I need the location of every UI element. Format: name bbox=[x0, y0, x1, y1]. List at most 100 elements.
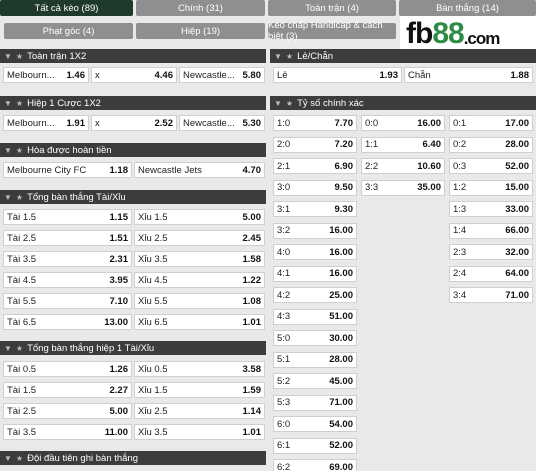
odds-cell[interactable]: Xỉu 1.5 1.59 bbox=[134, 382, 265, 398]
score-cell[interactable]: 5:0 30.00 bbox=[273, 330, 357, 346]
score-cell[interactable]: 6:0 54.00 bbox=[273, 416, 357, 432]
market-header-draw-no-bet[interactable]: ▼ ★ Hòa được hoàn tiền bbox=[0, 143, 266, 157]
score-cell[interactable]: 4:3 51.00 bbox=[273, 308, 357, 325]
odds-cell[interactable]: Lẻ 1.93 bbox=[273, 67, 402, 83]
odds-cell[interactable]: Tài 1.5 1.15 bbox=[3, 209, 132, 225]
odds-cell[interactable]: Newcastle... 5.80 bbox=[179, 67, 265, 83]
odds-cell[interactable]: Newcastle Jets 4.70 bbox=[134, 162, 265, 178]
selection-label: Melbourne City FC bbox=[7, 164, 87, 176]
market-header-first-half-1x2[interactable]: ▼ ★ Hiệp 1 Cược 1X2 bbox=[0, 96, 266, 110]
score-cell[interactable]: 3:0 9.50 bbox=[273, 179, 357, 196]
score-cell[interactable]: 4:0 16.00 bbox=[273, 244, 357, 260]
star-icon[interactable]: ★ bbox=[286, 52, 293, 61]
odds-cell[interactable]: x 4.46 bbox=[91, 67, 177, 83]
star-icon[interactable]: ★ bbox=[16, 193, 23, 202]
star-icon[interactable]: ★ bbox=[16, 99, 23, 108]
odds-cell[interactable]: Xỉu 4.5 1.22 bbox=[134, 272, 265, 288]
odds-cell[interactable]: Xỉu 1.5 5.00 bbox=[134, 209, 265, 225]
odds-cell[interactable]: Xỉu 6.5 1.01 bbox=[134, 314, 265, 330]
star-icon[interactable]: ★ bbox=[16, 454, 23, 463]
chevron-down-icon[interactable]: ▼ bbox=[4, 99, 12, 108]
odds-cell[interactable]: Melbourn... 1.91 bbox=[3, 115, 89, 131]
tab-main[interactable]: Chính (31) bbox=[136, 0, 265, 16]
score-cell[interactable]: 1:2 15.00 bbox=[449, 179, 533, 196]
score-cell[interactable]: 5:1 28.00 bbox=[273, 351, 357, 368]
market-header-total-goals[interactable]: ▼ ★ Tổng bàn thắng Tài/Xỉu bbox=[0, 190, 266, 204]
market-header-correct-score[interactable]: ▼ ★ Tỷ số chính xác bbox=[270, 96, 536, 110]
score-cell[interactable]: 3:3 35.00 bbox=[361, 179, 445, 196]
score-cell[interactable]: 1:4 66.00 bbox=[449, 222, 533, 239]
odds-cell[interactable]: Melbourn... 1.46 bbox=[3, 67, 89, 83]
odds-cell[interactable]: Tài 2.5 5.00 bbox=[3, 403, 132, 419]
selection-label: 1:4 bbox=[453, 225, 467, 236]
star-icon[interactable]: ★ bbox=[16, 146, 23, 155]
odds-cell[interactable]: Xỉu 0.5 3.58 bbox=[134, 361, 265, 377]
odds-cell[interactable]: Tài 6.5 13.00 bbox=[3, 314, 132, 330]
star-icon[interactable]: ★ bbox=[16, 344, 23, 353]
score-cell[interactable]: 1:0 7.70 bbox=[273, 115, 357, 131]
chevron-down-icon[interactable]: ▼ bbox=[274, 52, 282, 61]
odds-cell[interactable]: Xỉu 2.5 1.14 bbox=[134, 403, 265, 419]
score-cell[interactable]: 2:0 7.20 bbox=[273, 136, 357, 153]
star-icon[interactable]: ★ bbox=[16, 52, 23, 61]
score-cell[interactable]: 2:4 64.00 bbox=[449, 265, 533, 282]
odds-cell[interactable]: Tài 0.5 1.26 bbox=[3, 361, 132, 377]
selection-label: 0:0 bbox=[365, 117, 379, 129]
tab-all-markets[interactable]: Tất cả kèo (89) bbox=[0, 0, 133, 16]
odds-cell[interactable]: Melbourne City FC 1.18 bbox=[3, 162, 132, 178]
score-cell[interactable]: 2:1 6.90 bbox=[273, 158, 357, 174]
odds-value: 16.00 bbox=[329, 225, 353, 236]
score-cell[interactable]: 3:1 9.30 bbox=[273, 201, 357, 217]
market-header-full-time-1x2[interactable]: ▼ ★ Toàn trận 1X2 bbox=[0, 49, 266, 63]
chevron-down-icon[interactable]: ▼ bbox=[4, 52, 12, 61]
score-cell[interactable]: 4:1 16.00 bbox=[273, 265, 357, 282]
logo-text-fb: fb bbox=[406, 17, 433, 50]
chevron-down-icon[interactable]: ▼ bbox=[4, 146, 12, 155]
market-header-first-scorer[interactable]: ▼ ★ Đội đầu tiên ghi bàn thắng bbox=[0, 451, 266, 465]
chevron-down-icon[interactable]: ▼ bbox=[4, 344, 12, 353]
score-cell[interactable]: 2:3 32.00 bbox=[449, 244, 533, 260]
tab-goals[interactable]: Bàn thắng (14) bbox=[399, 0, 536, 16]
chevron-down-icon[interactable]: ▼ bbox=[274, 99, 282, 108]
score-cell[interactable]: 6:2 69.00 bbox=[273, 459, 357, 471]
odds-value: 64.00 bbox=[505, 268, 529, 279]
odds-cell[interactable]: Tài 5.5 7.10 bbox=[3, 293, 132, 309]
score-cell[interactable]: 5:3 71.00 bbox=[273, 394, 357, 411]
odds-value: 30.00 bbox=[329, 332, 353, 344]
odds-cell[interactable]: x 2.52 bbox=[91, 115, 177, 131]
score-cell[interactable]: 3:2 16.00 bbox=[273, 222, 357, 239]
score-cell[interactable]: 0:0 16.00 bbox=[361, 115, 445, 131]
score-cell[interactable]: 2:2 10.60 bbox=[361, 158, 445, 174]
score-cell[interactable]: 4:2 25.00 bbox=[273, 287, 357, 303]
odds-cell[interactable]: Tài 4.5 3.95 bbox=[3, 272, 132, 288]
score-cell[interactable]: 6:1 52.00 bbox=[273, 437, 357, 454]
odds-cell[interactable]: Tài 3.5 11.00 bbox=[3, 424, 132, 440]
odds-cell[interactable]: Xỉu 5.5 1.08 bbox=[134, 293, 265, 309]
odds-cell[interactable]: Newcastle... 5.30 bbox=[179, 115, 265, 131]
tab-corners[interactable]: Phạt góc (4) bbox=[4, 23, 133, 39]
market-title: Lẻ/Chẵn bbox=[297, 50, 334, 62]
odds-cell[interactable]: Xỉu 3.5 1.01 bbox=[134, 424, 265, 440]
score-cell[interactable]: 5:2 45.00 bbox=[273, 373, 357, 389]
star-icon[interactable]: ★ bbox=[286, 99, 293, 108]
market-header-odd-even[interactable]: ▼ ★ Lẻ/Chẵn bbox=[270, 49, 536, 63]
tab-handicap[interactable]: Kèo chấp Handicap & cách biệt (3) bbox=[268, 20, 396, 42]
score-cell[interactable]: 1:3 33.00 bbox=[449, 201, 533, 217]
tab-halves[interactable]: Hiệp (19) bbox=[136, 23, 265, 39]
chevron-down-icon[interactable]: ▼ bbox=[4, 193, 12, 202]
odds-cell[interactable]: Tài 2.5 1.51 bbox=[3, 230, 132, 246]
score-cell[interactable]: 0:3 52.00 bbox=[449, 158, 533, 174]
market-header-total-goals-h1[interactable]: ▼ ★ Tổng bàn thắng hiệp 1 Tài/Xỉu bbox=[0, 341, 266, 355]
odds-cell[interactable]: Tài 3.5 2.31 bbox=[3, 251, 132, 267]
score-cell[interactable]: 0:1 17.00 bbox=[449, 115, 533, 131]
score-cell[interactable]: 3:4 71.00 bbox=[449, 287, 533, 303]
odds-cell[interactable]: Tài 1.5 2.27 bbox=[3, 382, 132, 398]
score-cell[interactable]: 0:2 28.00 bbox=[449, 136, 533, 153]
odds-cell[interactable]: Chẵn 1.88 bbox=[404, 67, 533, 83]
tab-full-time[interactable]: Toàn trận (4) bbox=[268, 0, 396, 16]
odds-cell[interactable]: Xỉu 2.5 2.45 bbox=[134, 230, 265, 246]
chevron-down-icon[interactable]: ▼ bbox=[4, 454, 12, 463]
odds-cell[interactable]: Xỉu 3.5 1.58 bbox=[134, 251, 265, 267]
odds-value: 10.60 bbox=[417, 160, 441, 172]
score-cell[interactable]: 1:1 6.40 bbox=[361, 136, 445, 153]
